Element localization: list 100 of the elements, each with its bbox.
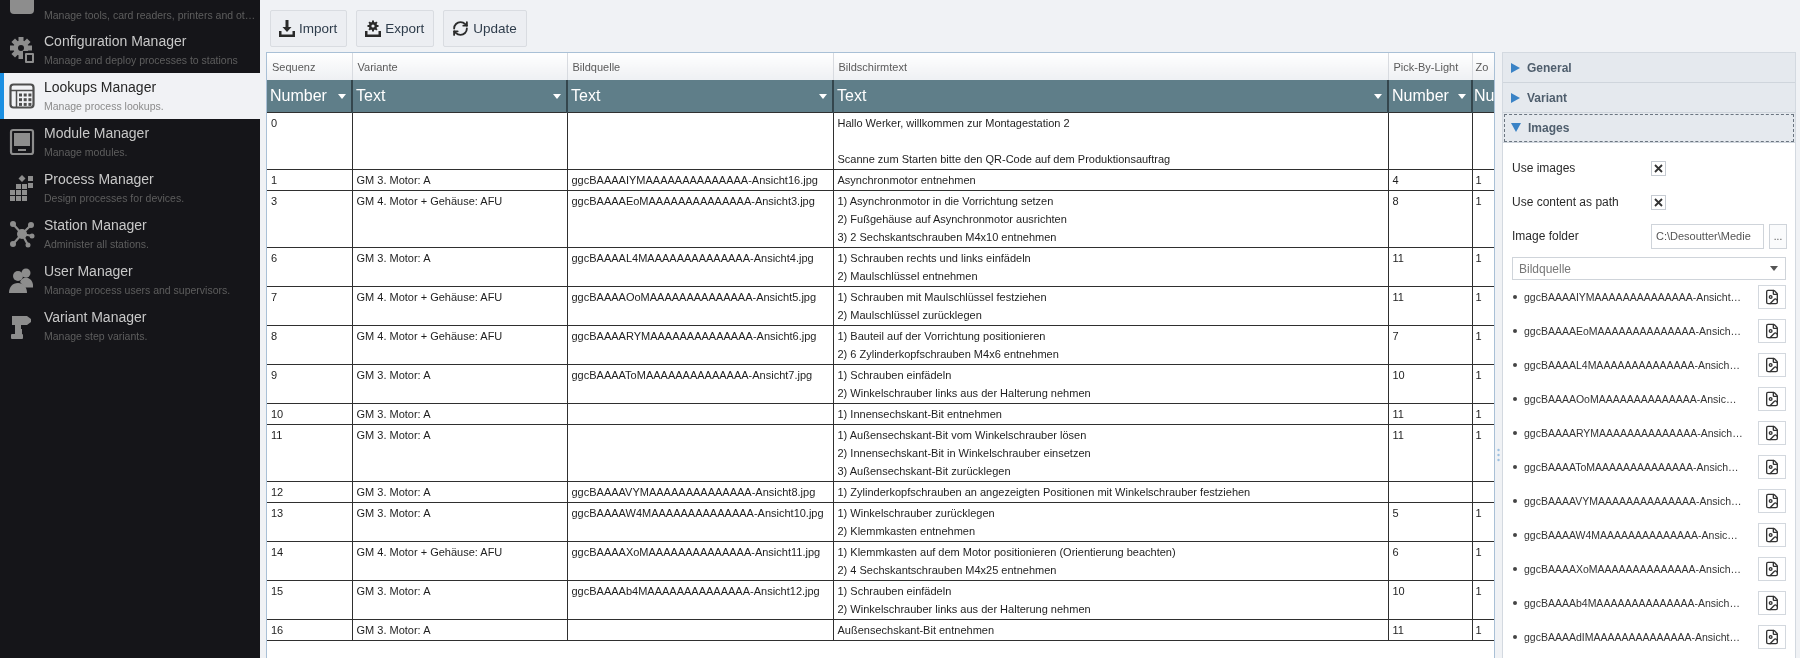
section-header[interactable]: General [1503, 53, 1795, 83]
column-header[interactable]: Pick-By-Light [1388, 53, 1472, 80]
splitter-grip-icon[interactable] [1497, 448, 1500, 462]
image-file-button[interactable] [1758, 557, 1786, 581]
file-name[interactable]: ggcBAAAAToMAAAAAAAAAAAAAA-Ansich… [1524, 461, 1739, 473]
bullet-icon [1513, 533, 1517, 537]
export-button[interactable]: Export [356, 10, 435, 47]
table-cell: 1 [267, 169, 352, 191]
table-cell: 1) Schrauben mit Maulschlüssel festziehen 2) Maulschlüssel zurücklegen [833, 286, 1388, 326]
image-file-button[interactable] [1758, 285, 1786, 309]
caret-down-icon [553, 93, 561, 99]
table-cell: 14 [267, 541, 352, 581]
table-cell: 1) Asynchronmotor in die Vorrichtung setzen 2) Fußgehäuse auf Asynchronmotor ausrichten 3) 2 Sechskantschrauben M4x10 entnehmen [833, 190, 1388, 248]
image-file-button[interactable] [1758, 523, 1786, 547]
column-header[interactable]: Sequenz [267, 53, 352, 80]
source-dropdown[interactable]: Bildquelle [1512, 257, 1786, 280]
table-cell: 4 [1388, 169, 1472, 191]
table-cell: GM 4. Motor + Gehäuse: AFU [352, 286, 567, 326]
file-image-icon [1764, 527, 1780, 543]
sidebar-item[interactable]: User Manager Manage process users and supervisors. [0, 257, 260, 303]
table-cell: ggcBAAAAEoMAAAAAAAAAAAAAA-Ansicht3.jpg [567, 190, 833, 248]
file-name[interactable]: ggcBAAAAOoMAAAAAAAAAAAAAA-Ansic… [1524, 393, 1737, 405]
sidebar-item[interactable]: Process Manager Design processes for devices. [0, 165, 260, 211]
section-header[interactable]: Variant [1503, 83, 1795, 113]
file-name[interactable]: ggcBAAAAXoMAAAAAAAAAAAAAA-Ansich… [1524, 563, 1742, 575]
file-name[interactable]: ggcBAAAAEoMAAAAAAAAAAAAAA-Ansich… [1524, 325, 1742, 337]
update-button[interactable]: Update [443, 10, 527, 47]
caret-right-icon [1511, 92, 1520, 103]
table-icon [9, 82, 35, 110]
bullet-icon [1513, 635, 1517, 639]
bullet-icon [1513, 499, 1517, 503]
table-cell: 1) Schrauben einfädeln 2) Winkelschrauber links aus der Halterung nehmen [833, 580, 1388, 620]
table-cell: 1) Außensechskant-Bit vom Winkelschrauber lösen 2) Innensechskant-Bit in Winkelschrauber einsetzen 3) Außensechskant-Bit zurücklegen [833, 424, 1388, 482]
table-cell: GM 3. Motor: A [352, 169, 567, 191]
column-header[interactable]: Bildquelle [567, 53, 833, 80]
table-cell: GM 4. Motor + Gehäuse: AFU [352, 190, 567, 248]
gear-icon [9, 36, 35, 64]
table-cell: ggcBAAAAToMAAAAAAAAAAAAAA-Ansicht7.jpg [567, 364, 833, 404]
column-header[interactable]: Bildschirmtext [833, 53, 1388, 80]
table-cell: GM 4. Motor + Gehäuse: AFU [352, 325, 567, 365]
table-cell: 11 [1388, 247, 1472, 287]
checkbox[interactable] [1651, 194, 1666, 210]
file-name[interactable]: ggcBAAAAVYMAAAAAAAAAAAAAA-Ansich… [1524, 495, 1742, 507]
table-cell: 1) Winkelschrauber zurücklegen 2) Klemmkasten entnehmen [833, 502, 1388, 542]
table-cell: ggcBAAAAOoMAAAAAAAAAAAAAA-Ansicht5.jpg [567, 286, 833, 326]
file-name[interactable]: ggcBAAAAdIMAAAAAAAAAAAAAA-Ansicht… [1524, 631, 1740, 643]
sidebar-item[interactable]: Station Manager Administer all stations. [0, 211, 260, 257]
sidebar-item[interactable]: Configuration Manager Manage and deploy processes to stations [0, 27, 260, 73]
image-file-button[interactable] [1758, 353, 1786, 377]
table-cell: 1) Schrauben rechts und links einfädeln 2) Maulschlüssel entnehmen [833, 247, 1388, 287]
sidebar-item[interactable]: Module Manager Manage modules. [0, 119, 260, 165]
bullet-icon [1513, 397, 1517, 401]
file-name[interactable]: ggcBAAAAb4MAAAAAAAAAAAAAA-Ansich… [1524, 597, 1740, 609]
file-name[interactable]: ggcBAAAAW4MAAAAAAAAAAAAAA-Ansic… [1524, 529, 1738, 541]
table-cell: ggcBAAAAXoMAAAAAAAAAAAAAA-Ansicht11.jpg [567, 541, 833, 581]
file-name[interactable]: ggcBAAAAIYMAAAAAAAAAAAAAA-Ansicht… [1524, 291, 1742, 303]
file-image-icon [1764, 493, 1780, 509]
image-file-button[interactable] [1758, 625, 1786, 649]
bullet-icon [1513, 431, 1517, 435]
sidebar-item[interactable]: Lookups Manager Manage process lookups. [0, 73, 260, 119]
table-cell: 10 [267, 403, 352, 425]
table-cell: ggcBAAAAb4MAAAAAAAAAAAAAA-Ansicht12.jpg [567, 580, 833, 620]
table-cell: GM 3. Motor: A [352, 502, 567, 542]
column-header[interactable]: Zo [1472, 53, 1494, 80]
table-cell: GM 3. Motor: A [352, 619, 567, 641]
image-file-button[interactable] [1758, 455, 1786, 479]
table-cell: GM 3. Motor: A [352, 403, 567, 425]
table-cell: GM 4. Motor + Gehäuse: AFU [352, 541, 567, 581]
table-cell: 8 [1388, 190, 1472, 248]
file-image-icon [1764, 391, 1780, 407]
table-cell: 11 [1388, 619, 1472, 641]
table-cell: 6 [1388, 541, 1472, 581]
tablet-icon [9, 128, 35, 156]
column-header[interactable]: Variante [352, 53, 567, 80]
table-cell: 10 [1388, 364, 1472, 404]
folder-path-field[interactable]: C:\Desoutter\Medie [1651, 223, 1764, 249]
file-image-icon [1764, 629, 1780, 645]
table-cell: 12 [267, 481, 352, 503]
checkbox[interactable] [1651, 160, 1666, 176]
image-file-button[interactable] [1758, 591, 1786, 615]
image-file-button[interactable] [1758, 489, 1786, 513]
checkbox-label: Use images [1512, 161, 1576, 175]
table-cell: Außensechskant-Bit entnehmen [833, 619, 1388, 641]
browse-button[interactable]: ... [1769, 223, 1787, 249]
case-icon [10, 0, 34, 14]
sidebar-item[interactable]: Variant Manager Manage step variants. [0, 303, 260, 349]
download-icon [279, 20, 295, 37]
image-file-button[interactable] [1758, 319, 1786, 343]
file-name[interactable]: ggcBAAAARYMAAAAAAAAAAAAAA-Ansich… [1524, 427, 1743, 439]
file-image-icon [1764, 459, 1780, 475]
caret-down-icon [1770, 266, 1778, 271]
caret-down-icon [1374, 93, 1382, 99]
caret-down-icon [1511, 123, 1521, 132]
image-file-button[interactable] [1758, 421, 1786, 445]
table-cell: 8 [267, 325, 352, 365]
import-button[interactable]: Import [270, 10, 348, 47]
file-image-icon [1764, 595, 1780, 611]
section-header[interactable]: Images [1503, 113, 1795, 143]
image-file-button[interactable] [1758, 387, 1786, 411]
file-name[interactable]: ggcBAAAAL4MAAAAAAAAAAAAAA-Ansich… [1524, 359, 1740, 371]
